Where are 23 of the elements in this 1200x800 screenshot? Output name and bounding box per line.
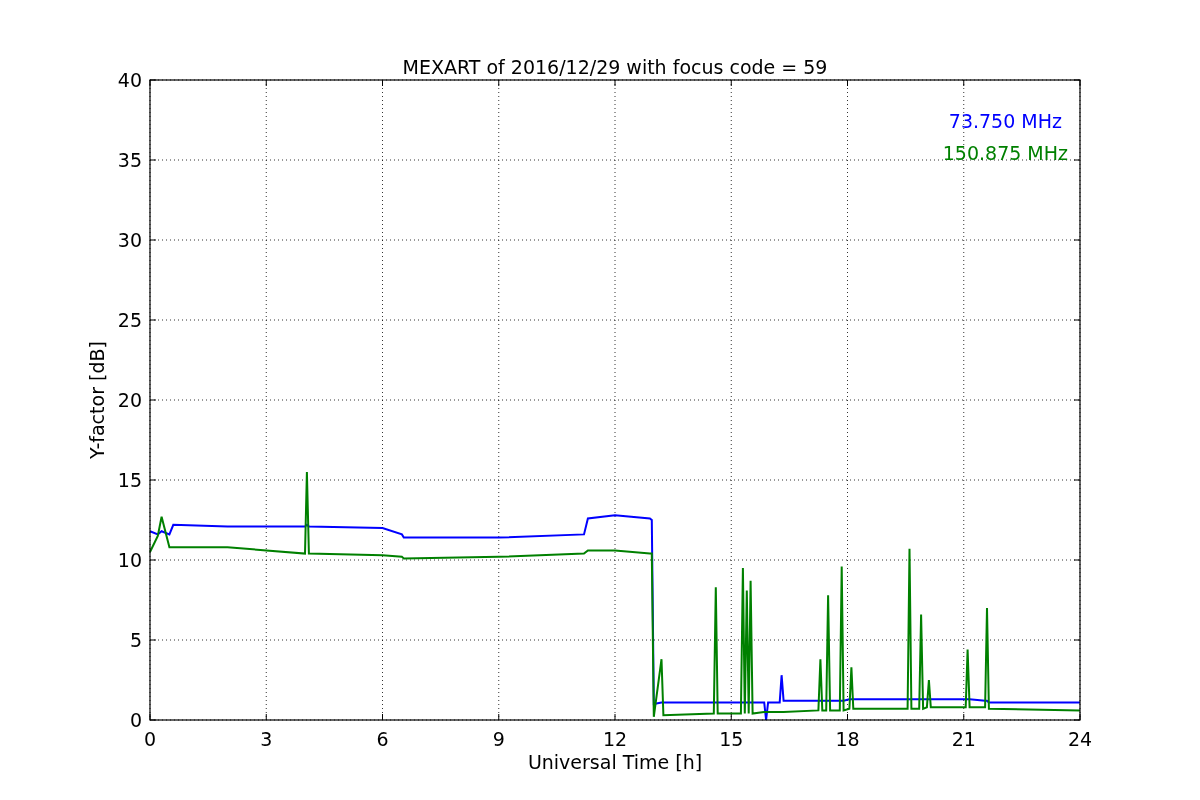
legend-label: 150.875 MHz [942, 142, 1068, 164]
tick-label: 35 [117, 149, 142, 171]
tick-label: 9 [492, 728, 505, 750]
tick-label: 24 [1067, 728, 1093, 750]
chart-title: MEXART of 2016/12/29 with focus code = 59 [402, 56, 828, 78]
tick-label: 40 [117, 69, 142, 91]
tick-label: 30 [117, 229, 142, 251]
tick-label: 18 [835, 728, 860, 750]
tick-label: 0 [143, 728, 157, 750]
tick-label: 15 [117, 469, 142, 491]
tick-label: 12 [602, 728, 628, 750]
tick-label: 3 [260, 728, 273, 750]
tick-label: 6 [376, 728, 389, 750]
tick-label: 21 [951, 728, 976, 750]
tick-label: 10 [117, 549, 142, 571]
tick-label: 20 [117, 389, 142, 411]
tick-label: 15 [719, 728, 744, 750]
y-axis-label: Y-factor [dB] [86, 341, 108, 459]
legend-label: 73.750 MHz [948, 110, 1062, 132]
tick-label: 25 [117, 309, 142, 331]
x-axis-label: Universal Time [h] [527, 751, 703, 773]
tick-label: 0 [129, 709, 142, 731]
tick-label: 5 [129, 629, 142, 651]
